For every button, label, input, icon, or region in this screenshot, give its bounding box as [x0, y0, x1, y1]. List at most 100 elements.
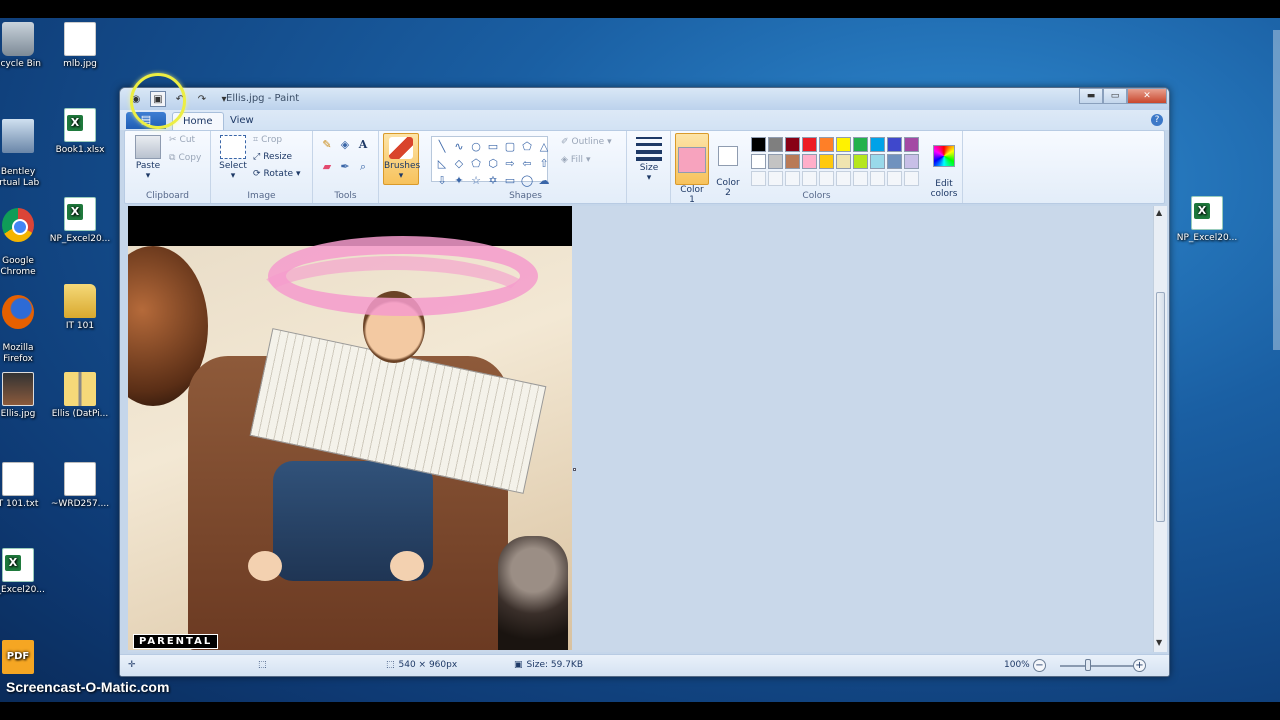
vertical-scrollbar[interactable]: ▲ ▼ [1153, 206, 1167, 652]
outline-button[interactable]: ✐ Outline ▾ [561, 137, 612, 147]
palette-swatch[interactable] [768, 137, 783, 152]
palette-swatch[interactable] [836, 154, 851, 169]
callout-oval-shape-icon[interactable]: ◯ [519, 173, 535, 189]
tab-view[interactable]: View [220, 112, 264, 130]
custom-color-slot[interactable] [819, 171, 834, 186]
oval-shape-icon[interactable]: ○ [468, 139, 484, 155]
paste-button[interactable]: Paste ▾ [131, 135, 165, 181]
hexagon-shape-icon[interactable]: ⬡ [485, 156, 501, 172]
scroll-up-icon[interactable]: ▲ [1156, 208, 1162, 217]
triangle-shape-icon[interactable]: △ [536, 139, 552, 155]
mlb-jpg-file[interactable]: mlb.jpg [45, 22, 115, 70]
select-button[interactable]: Select ▾ [217, 135, 249, 181]
custom-color-slot[interactable] [887, 171, 902, 186]
zoom-out-button[interactable]: − [1033, 659, 1046, 672]
palette-swatch[interactable] [785, 137, 800, 152]
cut-button[interactable]: ✂ Cut [169, 135, 195, 145]
rectangle-shape-icon[interactable]: ▭ [485, 139, 501, 155]
six-star-shape-icon[interactable]: ✡ [485, 173, 501, 189]
zoom-in-button[interactable]: + [1133, 659, 1146, 672]
line-shape-icon[interactable]: ╲ [434, 139, 450, 155]
palette-swatch[interactable] [887, 154, 902, 169]
custom-color-slot[interactable] [870, 171, 885, 186]
right-arrow-shape-icon[interactable]: ⇨ [502, 156, 518, 172]
brushes-button[interactable]: Brushes ▾ [383, 133, 420, 185]
four-star-shape-icon[interactable]: ✦ [451, 173, 467, 189]
np-excel-file-2[interactable]: P_Excel20... [0, 548, 53, 596]
left-foot-in-photo [248, 551, 282, 581]
copy-button[interactable]: ⧉ Copy [169, 153, 201, 163]
right-triangle-shape-icon[interactable]: ◺ [434, 156, 450, 172]
color1-button[interactable]: Color 1 [675, 133, 709, 205]
crop-button[interactable]: ⌗ Crop [253, 135, 282, 145]
custom-color-slot[interactable] [853, 171, 868, 186]
np-excel-file-3[interactable]: NP_Excel20... [1172, 196, 1242, 244]
diamond-shape-icon[interactable]: ◇ [451, 156, 467, 172]
palette-swatch[interactable] [751, 137, 766, 152]
np-excel-file-1[interactable]: NP_Excel20... [45, 197, 115, 245]
five-star-shape-icon[interactable]: ☆ [468, 173, 484, 189]
shapes-gallery[interactable]: ╲ ∿ ○ ▭ ▢ ⬠ △ ◺ ◇ ⬠ ⬡ ⇨ ⇦ ⇧ ⇩ ✦ ☆ ✡ ▭ ◯ … [431, 136, 550, 187]
rotate-button[interactable]: ⟳ Rotate ▾ [253, 169, 301, 179]
down-arrow-shape-icon[interactable]: ⇩ [434, 173, 450, 189]
minimize-button[interactable]: ▬ [1079, 88, 1103, 104]
size-button[interactable]: Size ▾ [633, 137, 665, 183]
palette-swatch[interactable] [870, 137, 885, 152]
left-arrow-shape-icon[interactable]: ⇦ [519, 156, 535, 172]
rounded-rect-shape-icon[interactable]: ▢ [502, 139, 518, 155]
color-picker-icon[interactable]: ✒ [337, 159, 353, 175]
custom-color-slot[interactable] [904, 171, 919, 186]
maximize-button[interactable]: ▭ [1103, 88, 1127, 104]
palette-swatch[interactable] [853, 137, 868, 152]
palette-swatch[interactable] [768, 154, 783, 169]
magnifier-icon[interactable]: ⌕ [355, 159, 371, 175]
palette-swatch[interactable] [836, 137, 851, 152]
custom-color-slot[interactable] [768, 171, 783, 186]
polygon-shape-icon[interactable]: ⬠ [519, 139, 535, 155]
palette-swatch[interactable] [853, 154, 868, 169]
fill-button[interactable]: ◈ Fill ▾ [561, 155, 590, 165]
wrd-doc-file[interactable]: ~WRD257.... [45, 462, 115, 510]
canvas-image[interactable]: PARENTAL [128, 206, 572, 650]
resize-button[interactable]: ⤢ Resize [253, 152, 292, 162]
palette-swatch[interactable] [870, 154, 885, 169]
ellis-zip-folder[interactable]: Ellis (DatPi... [45, 372, 115, 420]
scrollbar-thumb[interactable] [1156, 292, 1165, 522]
custom-color-slot[interactable] [836, 171, 851, 186]
up-arrow-shape-icon[interactable]: ⇧ [536, 156, 552, 172]
palette-swatch[interactable] [802, 154, 817, 169]
custom-color-slot[interactable] [802, 171, 817, 186]
palette-swatch[interactable] [751, 154, 766, 169]
custom-color-slot[interactable] [785, 171, 800, 186]
title-bar[interactable]: ◉ ▣ ↶ ↷ ▾ Ellis.jpg - Paint ▬ ▭ ✕ [120, 88, 1169, 110]
curve-shape-icon[interactable]: ∿ [451, 139, 467, 155]
palette-swatch[interactable] [785, 154, 800, 169]
zoom-slider-track[interactable] [1060, 665, 1138, 667]
book1-xlsx-file[interactable]: Book1.xlsx [45, 108, 115, 156]
palette-swatch[interactable] [819, 137, 834, 152]
cloud-callout-shape-icon[interactable]: ☁ [536, 173, 552, 189]
pencil-icon[interactable]: ✎ [319, 137, 335, 153]
close-button[interactable]: ✕ [1127, 88, 1167, 104]
resize-handle-right[interactable] [573, 468, 576, 471]
pdf-file[interactable]: PDF [0, 640, 53, 677]
custom-color-slot[interactable] [751, 171, 766, 186]
recycle-bin-icon [2, 22, 34, 56]
palette-swatch[interactable] [819, 154, 834, 169]
palette-swatch[interactable] [887, 137, 902, 152]
redo-icon[interactable]: ↷ [194, 91, 210, 107]
palette-swatch[interactable] [904, 137, 919, 152]
screencast-watermark: Screencast-O-Matic.com [6, 679, 170, 695]
it101-folder[interactable]: IT 101 [45, 284, 115, 332]
palette-swatch[interactable] [802, 137, 817, 152]
canvas-area[interactable]: PARENTAL ▲ ▼ [128, 206, 1167, 652]
zoom-slider-thumb[interactable] [1085, 659, 1091, 671]
help-icon[interactable]: ? [1151, 114, 1163, 126]
scroll-down-icon[interactable]: ▼ [1156, 638, 1162, 647]
palette-swatch[interactable] [904, 154, 919, 169]
eraser-icon[interactable]: ▰ [319, 159, 335, 175]
fill-bucket-icon[interactable]: ◈ [337, 137, 353, 153]
callout-rect-shape-icon[interactable]: ▭ [502, 173, 518, 189]
pentagon-shape-icon[interactable]: ⬠ [468, 156, 484, 172]
text-icon[interactable]: A [355, 137, 371, 153]
